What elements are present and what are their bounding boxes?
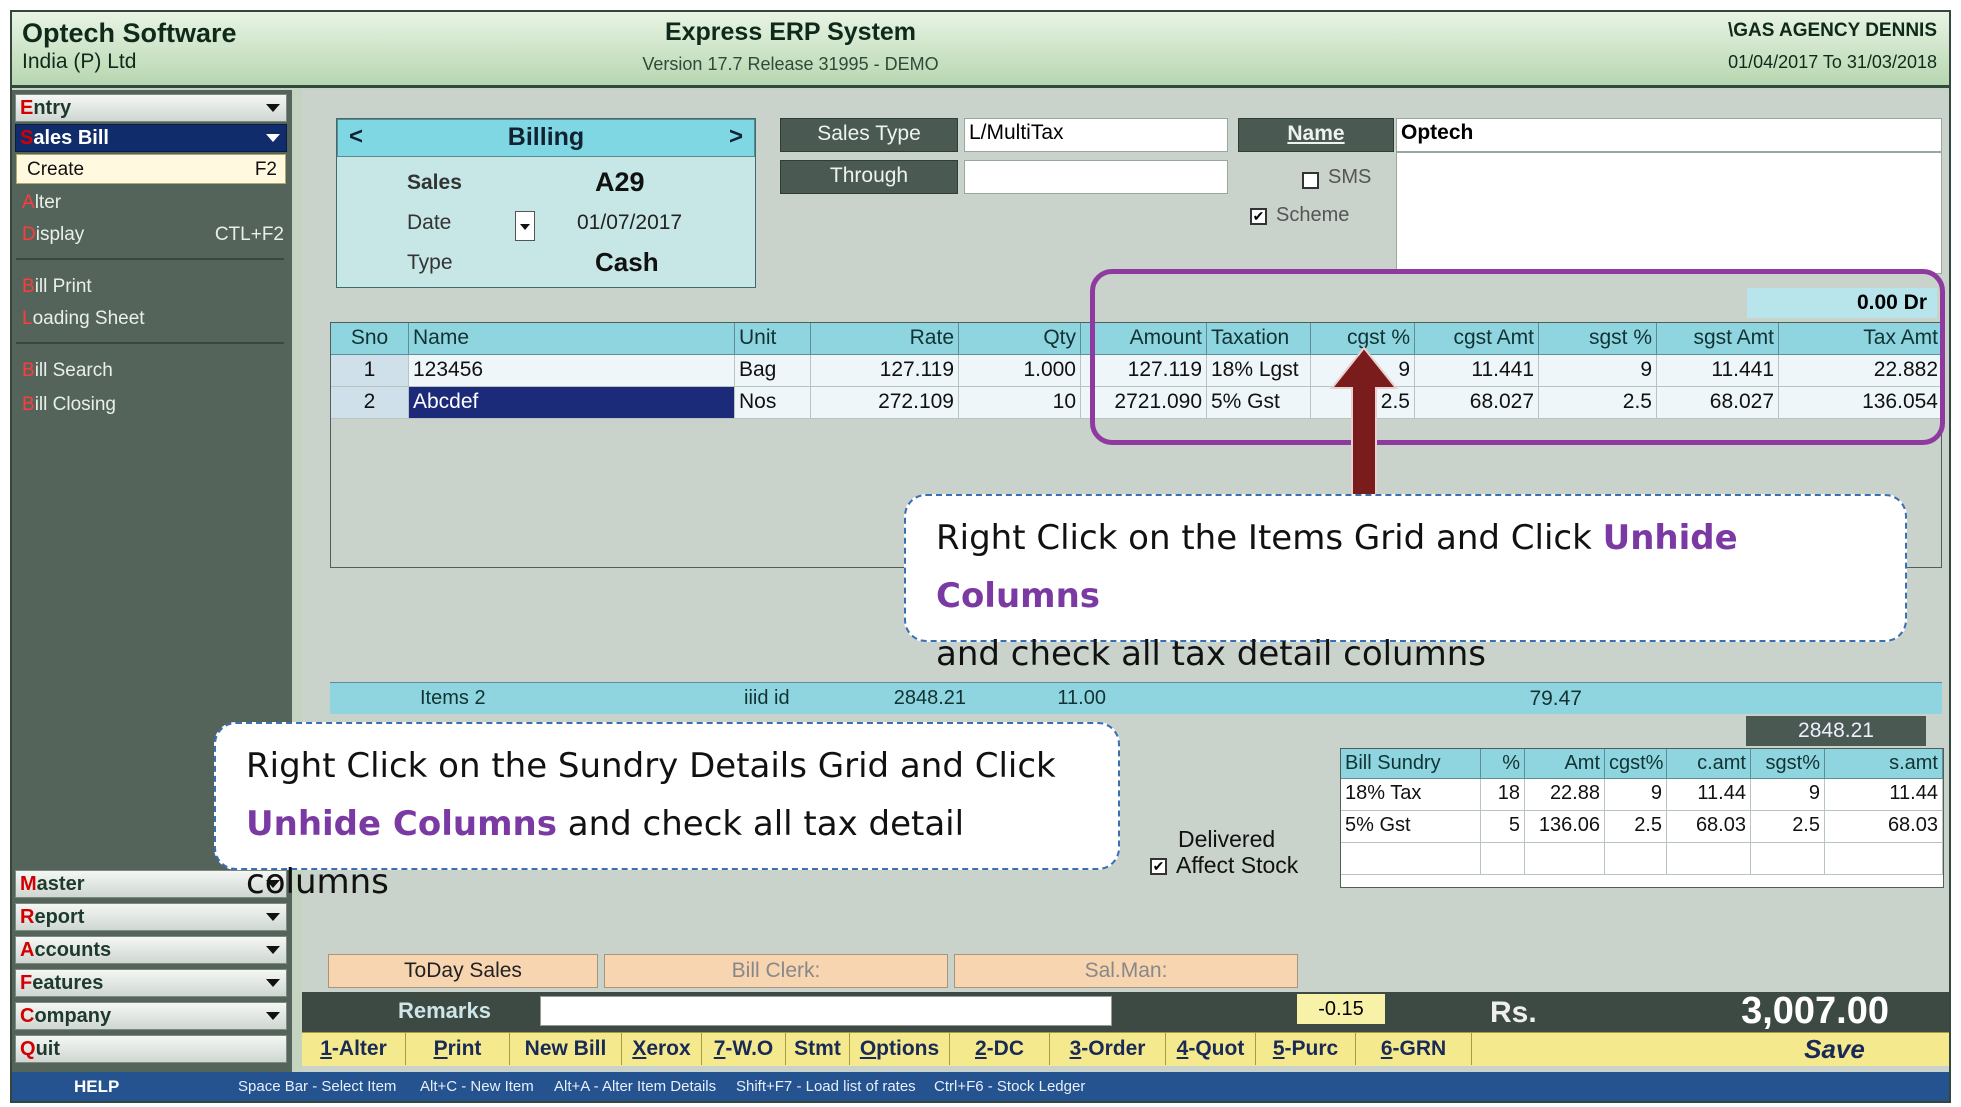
sundry-grid-callout: Right Click on the Sundry Details Grid a…: [214, 722, 1120, 902]
arrow-up-icon: [1329, 346, 1399, 501]
items-grid-callout: Right Click on the Items Grid and Click …: [904, 494, 1907, 674]
erp-window: Optech Software India (P) Ltd Express ER…: [10, 10, 1951, 1103]
